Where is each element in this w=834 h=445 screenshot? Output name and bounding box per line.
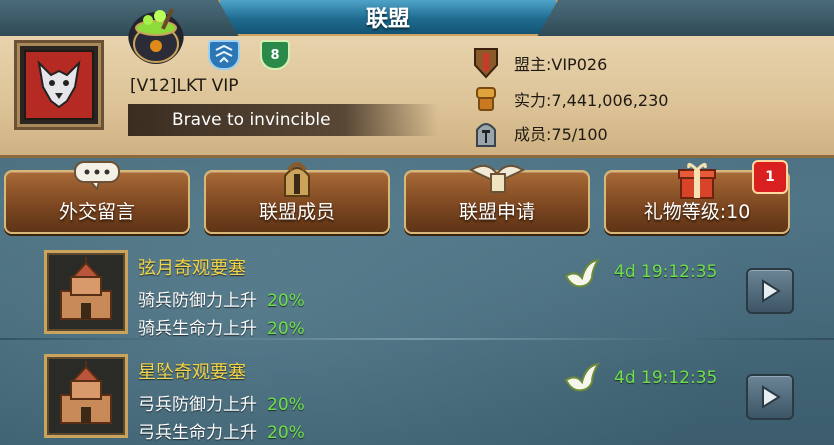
cauldron-icon	[128, 4, 184, 64]
fortress-thumbnail[interactable]	[44, 354, 128, 438]
buff-value: 20%	[267, 319, 305, 339]
chevron-right-icon	[762, 385, 781, 409]
countdown-timer: 4d 19:12:35	[614, 262, 718, 282]
members-text: 成员:75/100	[514, 125, 608, 144]
buff-label: 骑兵生命力上升	[138, 319, 257, 339]
countdown-timer: 4d 19:12:35	[614, 368, 718, 388]
buff-line: 骑兵生命力上升 20%	[138, 314, 305, 339]
guild-slogan: Brave to invincible	[128, 104, 438, 136]
row-divider	[0, 338, 834, 340]
buff-value: 20%	[267, 395, 305, 415]
fist-icon	[468, 83, 504, 115]
knight-helmet-icon	[468, 117, 504, 149]
tab-label: 联盟申请	[458, 201, 535, 223]
tab-label: 外交留言	[58, 201, 135, 223]
slogan-text: Brave to invincible	[172, 110, 331, 130]
buff-line: 弓兵防御力上升 20%	[138, 390, 305, 415]
buff-label: 弓兵生命力上升	[138, 423, 257, 443]
power-text: 实力:7,441,006,230	[514, 91, 669, 110]
wolf-emblem-icon	[24, 50, 94, 120]
winged-scroll-icon	[467, 160, 527, 200]
wonder-title: 星坠奇观要塞	[138, 362, 246, 383]
dove-icon	[562, 256, 602, 292]
buff-value: 20%	[267, 423, 305, 443]
leader-row: 盟主:VIP026	[468, 47, 608, 79]
leader-text: 盟主:VIP026	[514, 55, 608, 74]
buff-line: 弓兵生命力上升 20%	[138, 418, 305, 443]
leader-crest-icon	[468, 47, 504, 79]
wonder-title: 弦月奇观要塞	[138, 258, 246, 279]
fortress-thumbnail[interactable]	[44, 250, 128, 334]
chat-bubble-icon	[71, 160, 123, 194]
gift-box-icon	[675, 160, 719, 204]
members-row: 成员:75/100	[468, 118, 608, 148]
window-title: 联盟	[365, 7, 410, 32]
guild-emblem[interactable]	[14, 40, 104, 130]
guild-header	[0, 36, 834, 158]
details-arrow-button[interactable]	[746, 374, 794, 420]
spartan-helmet-icon	[277, 160, 317, 202]
tab-diplomacy-messages[interactable]: 外交留言	[4, 161, 190, 234]
tab-alliance-applications[interactable]: 联盟申请	[404, 164, 590, 234]
chevron-right-icon	[762, 279, 781, 303]
alliance-shield-icon	[208, 40, 240, 70]
dove-icon	[562, 360, 602, 396]
guild-name: [V12]LKT VIP	[130, 76, 239, 96]
title-plate: 联盟	[218, 0, 558, 36]
notification-badge: 1	[752, 160, 788, 194]
buff-label: 弓兵防御力上升	[138, 395, 257, 415]
buff-value: 20%	[267, 291, 305, 311]
details-arrow-button[interactable]	[746, 268, 794, 314]
buff-line: 骑兵防御力上升 20%	[138, 286, 305, 311]
power-row: 实力:7,441,006,230	[468, 84, 668, 114]
buff-label: 骑兵防御力上升	[138, 291, 257, 311]
rank-badge-icon: 8	[260, 40, 290, 70]
tab-alliance-members[interactable]: 联盟成员	[204, 162, 390, 234]
